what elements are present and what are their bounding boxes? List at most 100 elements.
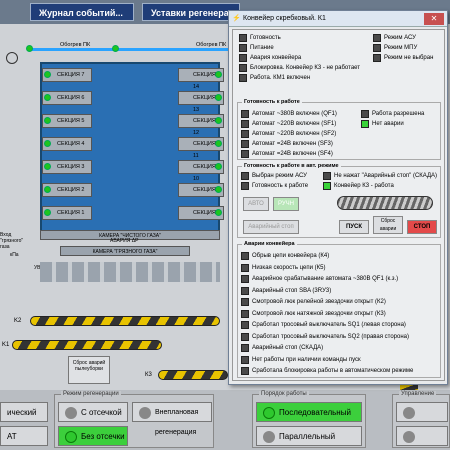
conveyor-graphic: [337, 196, 433, 210]
indicator-lamp: [241, 182, 249, 190]
section-status-led: [215, 71, 222, 78]
radio-icon: [403, 407, 415, 419]
indicator-lamp: [241, 355, 249, 364]
unplanned-regen-button[interactable]: Внеплановая регенерация: [132, 402, 212, 436]
indicator-label: Блокировка. Конвейер К3 - не работает: [250, 65, 361, 71]
manual-mode-button[interactable]: РУЧН: [273, 197, 299, 211]
without-cutoff-label: Без отсечки: [81, 432, 125, 441]
conveyor-k2[interactable]: [30, 316, 220, 326]
section-status-led: [44, 209, 51, 216]
section-status-led: [44, 117, 51, 124]
reset-dust-alarms-button[interactable]: Сброс аварий пылеуборки: [68, 356, 110, 384]
events-log-button[interactable]: Журнал событий...: [30, 3, 134, 21]
indicator-lamp: [361, 120, 369, 128]
indicator-lamp: [239, 34, 247, 42]
stop-button[interactable]: СТОП: [407, 220, 437, 234]
indicator-lamp: [241, 298, 249, 306]
close-button[interactable]: ✕: [424, 13, 444, 25]
indicator-label: Сработал тросовый выключатель SQ1 (левая…: [252, 322, 406, 328]
regen-settings-button[interactable]: Уставки регенера: [142, 3, 240, 21]
alarms-title: Аварии конвейера: [242, 241, 297, 247]
indicator-lamp: [241, 286, 249, 295]
radio-icon: [263, 407, 275, 419]
section-status-led: [44, 186, 51, 193]
indicator-label: Авария конвейера: [250, 55, 302, 61]
conveyor-k1[interactable]: [12, 340, 162, 350]
indicator-lamp: [323, 182, 331, 190]
indicator-lamp: [241, 309, 249, 318]
indicator-label: Режим не выбран: [384, 55, 434, 61]
conveyor-k3[interactable]: [158, 370, 228, 380]
heat-pk-label: Обогрев ПК: [60, 42, 91, 48]
section-status-led: [44, 94, 51, 101]
auto-mode-button[interactable]: АВТО: [243, 197, 269, 211]
conveyor-k1-dialog: ⚡ Конвейер скребковый. К1 ✕ Готовность к…: [228, 10, 448, 385]
indicator-lamp: [241, 367, 249, 375]
indicator-lamp: [373, 54, 381, 62]
indicator-label: Автомат =24В включен (SF4): [252, 151, 333, 157]
sequential-button[interactable]: Последовательный: [256, 402, 362, 422]
indicator-label: Автомат ~380В включен (QF1): [252, 111, 337, 117]
regen-mode-title: Режим регенерации: [61, 391, 121, 397]
indicator-label: Готовность: [250, 35, 281, 41]
with-cutoff-button[interactable]: С отсечкой: [58, 402, 128, 422]
with-cutoff-label: С отсечкой: [81, 408, 122, 417]
indicator-lamp: [241, 110, 249, 118]
indicator-label: Автомат ~220В включен (SF1): [252, 121, 337, 127]
indicator-label: Сработала блокировка работы в автоматиче…: [252, 368, 414, 374]
reset-alarm-button[interactable]: Сброс аварии: [373, 216, 403, 234]
emergency-stop-button[interactable]: Аварийный стоп: [243, 220, 299, 234]
alarm-dp-label: АВАРИЯ ΔР: [110, 238, 139, 244]
control-button-2[interactable]: [396, 426, 448, 446]
heat-pipe: [28, 48, 228, 51]
dirty-gas-chamber: КАМЕРА "ГРЯЗНОГО ГАЗА": [60, 246, 190, 256]
indicator-label: Смотровой люк релейной звездочки открыт …: [252, 299, 386, 305]
indicator-lamp: [239, 44, 247, 52]
indicator-lamp: [241, 120, 249, 128]
indicator-lamp: [239, 54, 247, 62]
indicator-label: Автомат =24В включен (SF3): [252, 141, 333, 147]
indicator-label: Обрыв цепи конвейера (К4): [252, 253, 330, 259]
indicator-label: Автомат ~220В включен (SF2): [252, 131, 337, 137]
indicator-label: Конвейер К3 - работа: [334, 183, 394, 189]
radio-icon: [263, 431, 275, 443]
mode-left-button-1[interactable]: ический: [0, 402, 48, 422]
indicator-label: Низкая скорость цепи (К5): [252, 264, 326, 271]
indicator-label: Выбран режим АСУ: [252, 173, 307, 179]
parallel-button[interactable]: Параллельный: [256, 426, 362, 446]
kpa-label: кПа: [10, 252, 19, 258]
indicator-label: Работа. КМ1 включен: [250, 75, 311, 81]
indicator-lamp: [239, 74, 247, 82]
dialog-body: Готовность к работе Готовность к работе …: [232, 29, 445, 381]
mode-left-button-2[interactable]: АТ: [0, 426, 48, 446]
indicator-label: Работа разрешена: [372, 111, 425, 117]
k3-label: К3: [145, 372, 152, 378]
indicator-lamp: [373, 34, 381, 42]
control-button-1[interactable]: [396, 402, 448, 422]
indicator-label: Сработал тросовый выключатель SQ2 (права…: [252, 333, 409, 340]
hoppers: [40, 262, 220, 282]
indicator-lamp: [241, 275, 249, 283]
start-button[interactable]: ПУСК: [339, 220, 369, 234]
indicator-lamp: [241, 332, 249, 341]
indicator-lamp: [241, 140, 249, 148]
dialog-title: Конвейер скребковый. К1: [243, 15, 326, 22]
indicator-lamp: [241, 344, 249, 352]
auto-ready-title: Готовность к работе в авт. режиме: [242, 163, 341, 169]
section-status-led: [44, 163, 51, 170]
indicator-label: Нет работы при наличии команды пуск: [252, 356, 361, 363]
unplanned-regen-label: Внеплановая регенерация: [155, 409, 199, 436]
indicator-label: Аварийное срабатывание автомата ~380В QF…: [252, 276, 399, 282]
heat-status-led: [26, 45, 33, 52]
section-status-led: [215, 186, 222, 193]
indicator-label: Режим АСУ: [384, 35, 416, 41]
without-cutoff-button[interactable]: Без отсечки: [58, 426, 128, 446]
indicator-lamp: [241, 252, 249, 260]
indicator-label: Аварийный стоп SBA (3RУ3): [252, 287, 332, 294]
indicator-lamp: [323, 172, 331, 180]
indicator-lamp: [241, 263, 249, 272]
indicator-lamp: [241, 172, 249, 180]
radio-icon: [65, 407, 77, 419]
indicator-label: Не нажат "Аварийный стоп" (СКАДА): [334, 173, 438, 179]
section-status-led: [44, 140, 51, 147]
